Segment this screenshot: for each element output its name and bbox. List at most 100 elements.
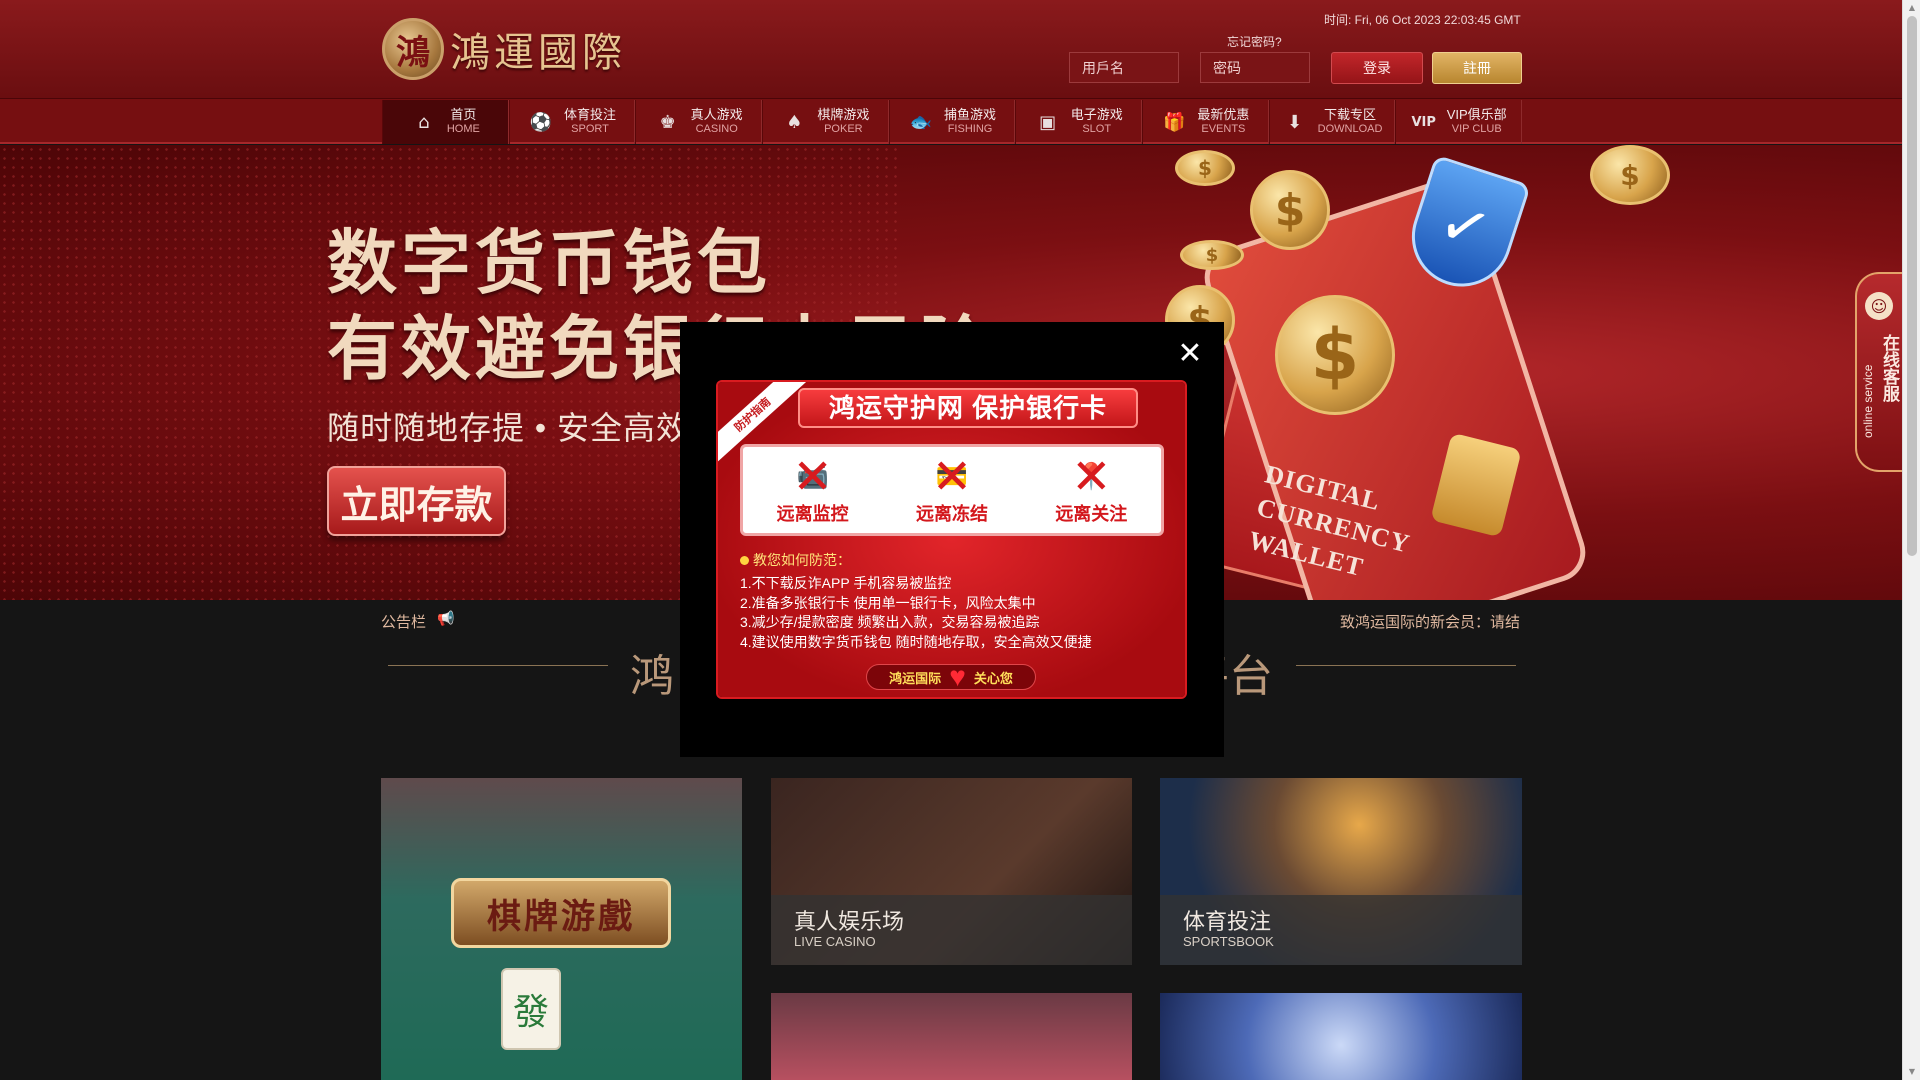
heart-icon: ♥: [949, 661, 966, 692]
notice-marquee[interactable]: 致鸿运国际的新会员：请结: [1340, 611, 1523, 632]
nav-item-vip[interactable]: VIP VIP俱乐部 VIP CLUB: [1395, 100, 1523, 144]
poster-heading: 鸿运守护网 保护银行卡: [798, 388, 1138, 428]
nav-label: 下载专区: [1324, 107, 1377, 122]
mahjong-tile-icon: 發: [501, 968, 561, 1050]
tips-title: 教您如何防范：: [740, 550, 851, 570]
poker-tile-banner: 棋牌游戲: [451, 878, 671, 948]
download-icon: ⬇: [1287, 111, 1303, 133]
tip-item: 3.减少存/提款密度 频繁出入款，交易容易被追踪: [740, 614, 1040, 630]
nav-item-poker[interactable]: ♠ 棋牌游戏 POKER: [762, 100, 889, 144]
nav-sublabel: VIP CLUB: [1451, 123, 1502, 135]
cross-icon: ✕: [1071, 449, 1112, 505]
nav-item-fishing[interactable]: 🐟 捕鱼游戏 FISHING: [888, 100, 1016, 144]
warning-item: 💳 ✕ 远离冻结: [916, 449, 988, 526]
coin-icon: $: [1175, 150, 1235, 186]
fish-icon: 🐟: [909, 111, 933, 133]
home-icon: ⌂: [418, 111, 430, 133]
password-input[interactable]: [1200, 52, 1310, 83]
nav-label: 最新优惠: [1197, 107, 1250, 122]
nav-sublabel: EVENTS: [1201, 123, 1246, 135]
game-tile-fishing[interactable]: [771, 993, 1132, 1080]
nav-item-sport[interactable]: ⚽ 体育投注 SPORT: [508, 100, 636, 144]
warning-item: 📹 ✕ 远离监控: [777, 449, 849, 526]
scrollbar-thumb[interactable]: [1907, 16, 1917, 556]
game-tile-slot[interactable]: [1160, 993, 1522, 1080]
poster-footer-badge: 鸿运国际 ♥ 关心您: [866, 661, 1036, 692]
service-label-en: online service: [1861, 364, 1875, 438]
warning-item: 📍 ✕ 远离关注: [1055, 449, 1127, 526]
cross-icon: ✕: [792, 449, 833, 505]
tile-caption: 真人娱乐场 LIVE CASINO: [771, 895, 1132, 965]
close-icon[interactable]: ✕: [1175, 339, 1205, 369]
nav-label: 电子游戏: [1070, 107, 1123, 122]
nav-item-events[interactable]: 🎁 最新优惠 EVENTS: [1142, 100, 1269, 144]
tile-title: 真人娱乐场: [794, 909, 905, 934]
cross-icon: ✕: [931, 449, 973, 505]
nav-sublabel: CASINO: [695, 123, 738, 135]
server-time: 时间: Fri, 06 Oct 2023 22:03:45 GMT: [1324, 13, 1521, 27]
tip-item: 1.不下载反诈APP 手机容易被监控: [740, 575, 952, 591]
section-divider: [388, 665, 608, 666]
main-nav: ⌂ 首页 HOME ⚽ 体育投注 SPORT ♚ 真人游戏 CASINO ♠ 棋牌游戏…: [382, 100, 1523, 144]
footer-right-text: 关心您: [973, 670, 1013, 686]
logo-seal-icon: 鴻: [382, 18, 444, 80]
nav-label: 体育投注: [564, 107, 617, 122]
tile-subtitle: LIVE CASINO: [794, 934, 876, 949]
nav-item-slot[interactable]: ▣ 电子游戏 SLOT: [1015, 100, 1143, 144]
service-label-cn: 在线客服: [1880, 334, 1899, 402]
casino-icon: ♚: [659, 111, 676, 133]
banner-subtitle: 随时随地存提 • 安全高效: [327, 410, 689, 446]
game-tile-poker[interactable]: 棋牌游戲 發: [381, 778, 742, 1080]
scroll-up-icon[interactable]: ▲: [1907, 3, 1917, 13]
scroll-down-icon[interactable]: ▼: [1907, 1067, 1917, 1077]
forgot-password-link[interactable]: 忘记密码?: [1227, 33, 1282, 50]
sport-icon: ⚽: [529, 111, 553, 133]
coin-icon: $: [1590, 145, 1670, 205]
nav-label: VIP俱乐部: [1446, 107, 1507, 122]
site-logo[interactable]: 鴻 鴻運國際: [382, 18, 626, 80]
tips-list: 1.不下载反诈APP 手机容易被监控 2.准备多张银行卡 使用单一银行卡，风险太…: [740, 574, 1092, 652]
tile-title: 体育投注: [1183, 909, 1272, 934]
footer-left-text: 鸿运国际: [889, 670, 942, 686]
online-service-tab[interactable]: ☺ online service 在线客服: [1855, 272, 1902, 472]
game-tile-sport[interactable]: 体育投注 SPORTSBOOK: [1160, 778, 1522, 965]
poker-icon: ♠: [786, 111, 803, 133]
deposit-now-button[interactable]: 立即存款: [327, 466, 506, 536]
section-divider: [1296, 665, 1516, 666]
tile-subtitle: SPORTSBOOK: [1183, 934, 1274, 949]
coin-icon: $: [1250, 170, 1330, 250]
nav-item-download[interactable]: ⬇ 下载专区 DOWNLOAD: [1268, 100, 1396, 144]
slot-icon: ▣: [1039, 111, 1057, 133]
frozen-card-icon: 💳 ✕: [926, 449, 978, 505]
security-notice-poster: 防护指南 鸿运守护网 保护银行卡 📹 ✕ 远离监控 💳 ✕ 远离冻结 📍 ✕ 远离关注…: [718, 382, 1185, 697]
site-header: 鴻 鴻運國際 时间: Fri, 06 Oct 2023 22:03:45 GMT…: [0, 0, 1902, 99]
logo-text: 鴻運國際: [450, 30, 626, 76]
nav-item-home[interactable]: ⌂ 首页 HOME: [382, 100, 509, 144]
tile-caption: 体育投注 SPORTSBOOK: [1160, 895, 1522, 965]
tip-item: 2.准备多张银行卡 使用单一银行卡，风险太集中: [740, 594, 1036, 611]
nav-sublabel: SLOT: [1082, 123, 1112, 135]
nav-label: 真人游戏: [690, 107, 743, 122]
nav-sublabel: DOWNLOAD: [1317, 123, 1383, 135]
nav-sublabel: FISHING: [947, 123, 993, 135]
nav-label: 捕鱼游戏: [944, 107, 997, 122]
game-tile-casino[interactable]: 真人娱乐场 LIVE CASINO: [771, 778, 1132, 965]
megaphone-icon: 📢: [437, 611, 455, 627]
gift-icon: 🎁: [1163, 111, 1186, 133]
nav-label: 棋牌游戏: [817, 107, 870, 122]
username-input[interactable]: [1069, 52, 1179, 83]
service-avatar-icon: ☺: [1865, 292, 1893, 320]
nav-item-casino[interactable]: ♚ 真人游戏 CASINO: [635, 100, 763, 144]
tip-item: 4.建议使用数字货币钱包 随时随地存取，安全高效又便捷: [740, 633, 1092, 650]
notice-label: 公告栏: [381, 614, 427, 631]
register-button[interactable]: 註冊: [1432, 52, 1522, 84]
coin-icon: $: [1180, 240, 1244, 270]
nav-sublabel: SPORT: [571, 123, 609, 135]
location-pin-icon: 📍 ✕: [1065, 449, 1117, 505]
vip-icon: VIP: [1411, 114, 1436, 130]
camera-icon: 📹 ✕: [787, 449, 839, 505]
nav-label: 首页: [450, 107, 477, 122]
nav-sublabel: HOME: [446, 123, 480, 135]
page-scrollbar[interactable]: ▲ ▼: [1902, 0, 1920, 1080]
login-button[interactable]: 登录: [1331, 52, 1423, 84]
